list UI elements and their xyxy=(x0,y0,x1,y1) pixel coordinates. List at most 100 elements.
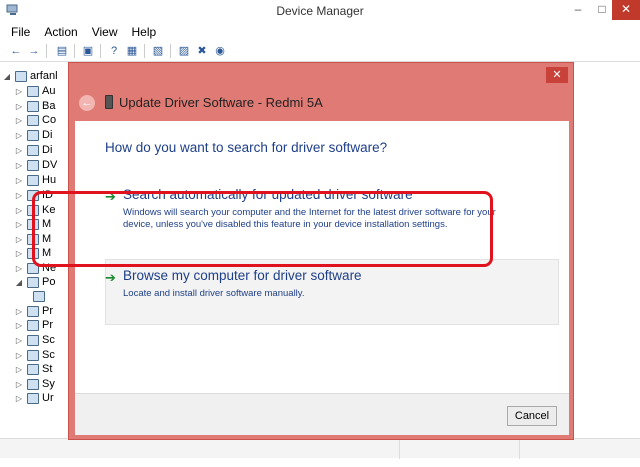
window-title: Device Manager xyxy=(276,4,364,18)
help-icon[interactable]: ? xyxy=(106,43,122,59)
tree-item[interactable]: ▷ Ba xyxy=(14,99,56,113)
expand-arrow-icon[interactable]: ▷ xyxy=(14,206,24,215)
show-hide-tree-icon[interactable]: ▤ xyxy=(54,43,70,59)
expand-arrow-icon[interactable]: ▷ xyxy=(14,249,24,258)
uninstall-icon[interactable]: ✖ xyxy=(194,43,210,59)
forward-arrow-icon[interactable]: → xyxy=(26,43,42,59)
expand-arrow-icon[interactable]: ▷ xyxy=(14,191,24,200)
sound-icon xyxy=(27,349,39,361)
toolbar-separator xyxy=(144,44,145,58)
tree-item[interactable]: ▷ Pr xyxy=(14,304,53,318)
expand-arrow-icon[interactable]: ▷ xyxy=(14,380,24,389)
expand-arrow-icon[interactable]: ▷ xyxy=(14,336,24,345)
option-title: Browse my computer for driver software xyxy=(123,268,362,283)
expand-arrow-icon[interactable]: ▷ xyxy=(14,161,24,170)
tree-item[interactable]: ▷ Di xyxy=(14,128,52,142)
toolbar-separator xyxy=(74,44,75,58)
highlight-annotation xyxy=(32,191,493,267)
tree-label: Po xyxy=(42,276,56,288)
tree-label: Au xyxy=(42,85,56,97)
disable-icon[interactable]: ◉ xyxy=(212,43,228,59)
tree-root[interactable]: ◢ arfanl xyxy=(2,69,58,83)
dialog-header: ← Update Driver Software - Redmi 5A xyxy=(69,85,573,121)
tree-label: Pr xyxy=(42,305,53,317)
tree-label: DV xyxy=(42,159,58,171)
title-bar: Device Manager – □ ✕ xyxy=(0,0,640,22)
expand-arrow-icon[interactable]: ▷ xyxy=(14,394,24,403)
toolbar-separator xyxy=(170,44,171,58)
tree-item[interactable]: ▷ Sc xyxy=(14,333,55,347)
option-description: Locate and install driver software manua… xyxy=(123,288,305,299)
tree-item[interactable]: ◢ Po xyxy=(14,275,56,289)
expand-arrow-icon[interactable]: ▷ xyxy=(14,351,24,360)
software-device-icon xyxy=(27,334,39,346)
dialog-close-button[interactable]: ✕ xyxy=(546,67,568,83)
tree-item[interactable]: ▷ DV xyxy=(14,158,57,172)
expand-arrow-icon[interactable]: ▷ xyxy=(14,321,24,330)
menu-file[interactable]: File xyxy=(4,22,37,40)
collapse-arrow-icon[interactable]: ◢ xyxy=(2,72,12,81)
collapse-arrow-icon[interactable]: ◢ xyxy=(14,278,24,287)
computer-icon xyxy=(15,70,27,82)
browse-computer-option[interactable]: ➔ Browse my computer for driver software… xyxy=(105,268,545,302)
properties-icon[interactable]: ▣ xyxy=(80,43,96,59)
expand-arrow-icon[interactable]: ▷ xyxy=(14,146,24,155)
expand-arrow-icon[interactable]: ▷ xyxy=(14,235,24,244)
processor-icon xyxy=(27,319,39,331)
back-button[interactable]: ← xyxy=(79,95,95,111)
tree-label: Co xyxy=(42,114,57,126)
expand-arrow-icon[interactable]: ▷ xyxy=(14,116,24,125)
menu-view[interactable]: View xyxy=(85,22,125,40)
menu-help[interactable]: Help xyxy=(125,22,164,40)
usb-icon xyxy=(27,392,39,404)
tree-item[interactable]: ▷ Di xyxy=(14,143,52,157)
print-queue-icon xyxy=(27,305,39,317)
back-arrow-icon[interactable]: ← xyxy=(8,43,24,59)
expand-arrow-icon[interactable]: ▷ xyxy=(14,131,24,140)
update-driver-icon[interactable]: ▨ xyxy=(176,43,192,59)
system-icon xyxy=(27,378,39,390)
tree-label: Ur xyxy=(42,392,54,404)
tree-item[interactable]: ▷ St xyxy=(14,362,52,376)
tree-item[interactable]: ▷ Sc xyxy=(14,348,55,362)
cancel-button[interactable]: Cancel xyxy=(507,406,557,426)
tree-label: Hu xyxy=(42,174,57,186)
expand-arrow-icon[interactable]: ▷ xyxy=(14,365,24,374)
computer-icon xyxy=(27,114,39,126)
dialog-question: How do you want to search for driver sof… xyxy=(105,140,388,155)
tree-item[interactable]: ▷ Pr xyxy=(14,318,53,332)
maximize-button[interactable]: □ xyxy=(590,0,614,20)
tree-item[interactable] xyxy=(30,289,48,303)
green-arrow-icon: ➔ xyxy=(105,270,116,285)
hid-icon xyxy=(27,174,39,186)
expand-arrow-icon[interactable]: ▷ xyxy=(14,102,24,111)
expand-arrow-icon[interactable]: ▷ xyxy=(14,87,24,96)
view-icon[interactable]: ▦ xyxy=(124,43,140,59)
display-icon xyxy=(27,144,39,156)
tree-item[interactable]: ▷ Ur xyxy=(14,391,54,405)
close-button[interactable]: ✕ xyxy=(612,0,640,20)
expand-arrow-icon[interactable]: ▷ xyxy=(14,307,24,316)
scan-hardware-icon[interactable]: ▧ xyxy=(150,43,166,59)
audio-icon xyxy=(27,85,39,97)
menu-action[interactable]: Action xyxy=(37,22,84,40)
tree-item[interactable]: ▷ Co xyxy=(14,113,56,127)
phone-icon xyxy=(33,290,45,302)
portable-device-icon xyxy=(27,276,39,288)
tree-item[interactable]: ▷ Sy xyxy=(14,377,55,391)
tree-label: Sy xyxy=(42,378,55,390)
expand-arrow-icon[interactable]: ▷ xyxy=(14,220,24,229)
phone-icon xyxy=(105,95,113,109)
tree-item[interactable]: ▷ Au xyxy=(14,84,56,98)
status-cell xyxy=(400,439,520,459)
tree-label: Sc xyxy=(42,334,55,346)
expand-arrow-icon[interactable]: ▷ xyxy=(14,176,24,185)
tree-label: Sc xyxy=(42,349,55,361)
expand-arrow-icon[interactable]: ▷ xyxy=(14,264,24,273)
status-bar xyxy=(0,438,640,459)
tree-label: arfanl xyxy=(30,70,58,82)
minimize-button[interactable]: – xyxy=(566,0,590,20)
battery-icon xyxy=(27,100,39,112)
status-strip xyxy=(0,459,640,467)
tree-item[interactable]: ▷ Hu xyxy=(14,173,56,187)
